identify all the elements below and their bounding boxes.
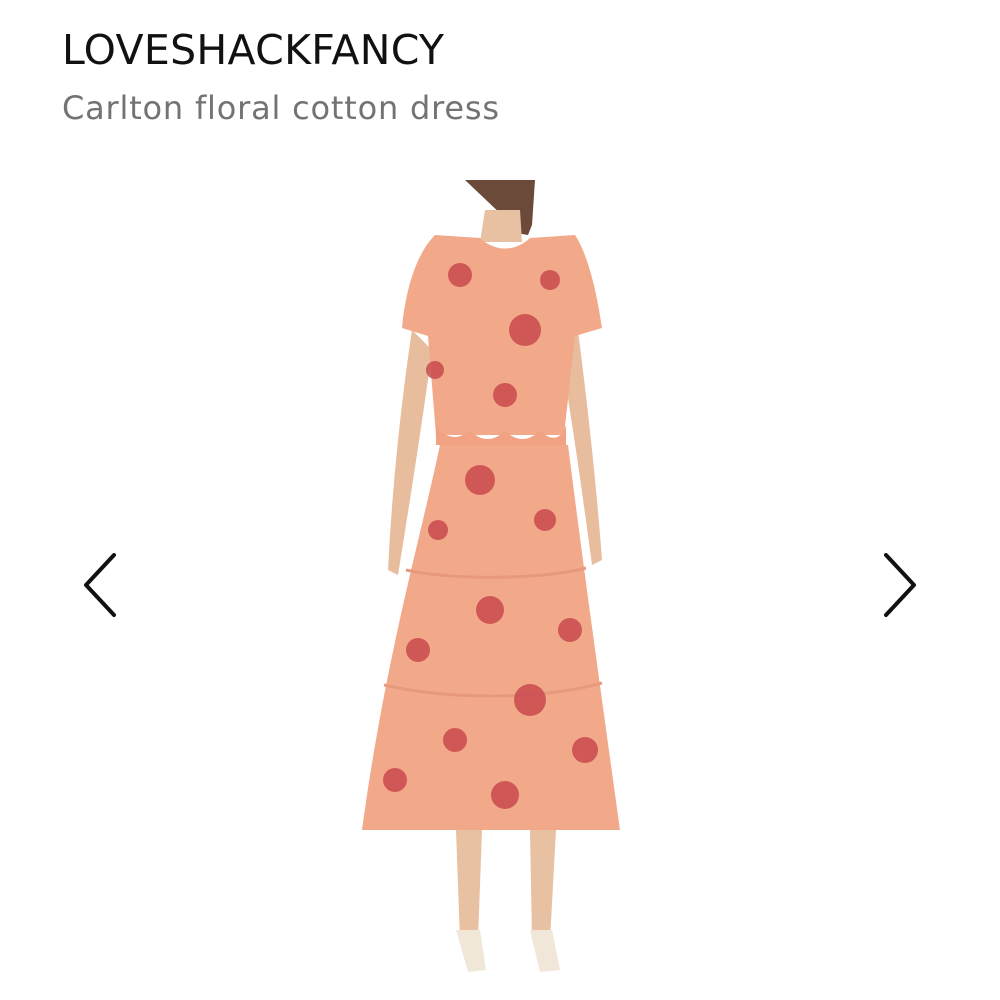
product-title: Carlton floral cotton dress [62,89,500,127]
brand-name[interactable]: LOVESHACKFANCY [62,24,444,76]
chevron-left-icon[interactable] [70,545,130,625]
product-photo [362,180,620,972]
chevron-right-icon[interactable] [870,545,930,625]
